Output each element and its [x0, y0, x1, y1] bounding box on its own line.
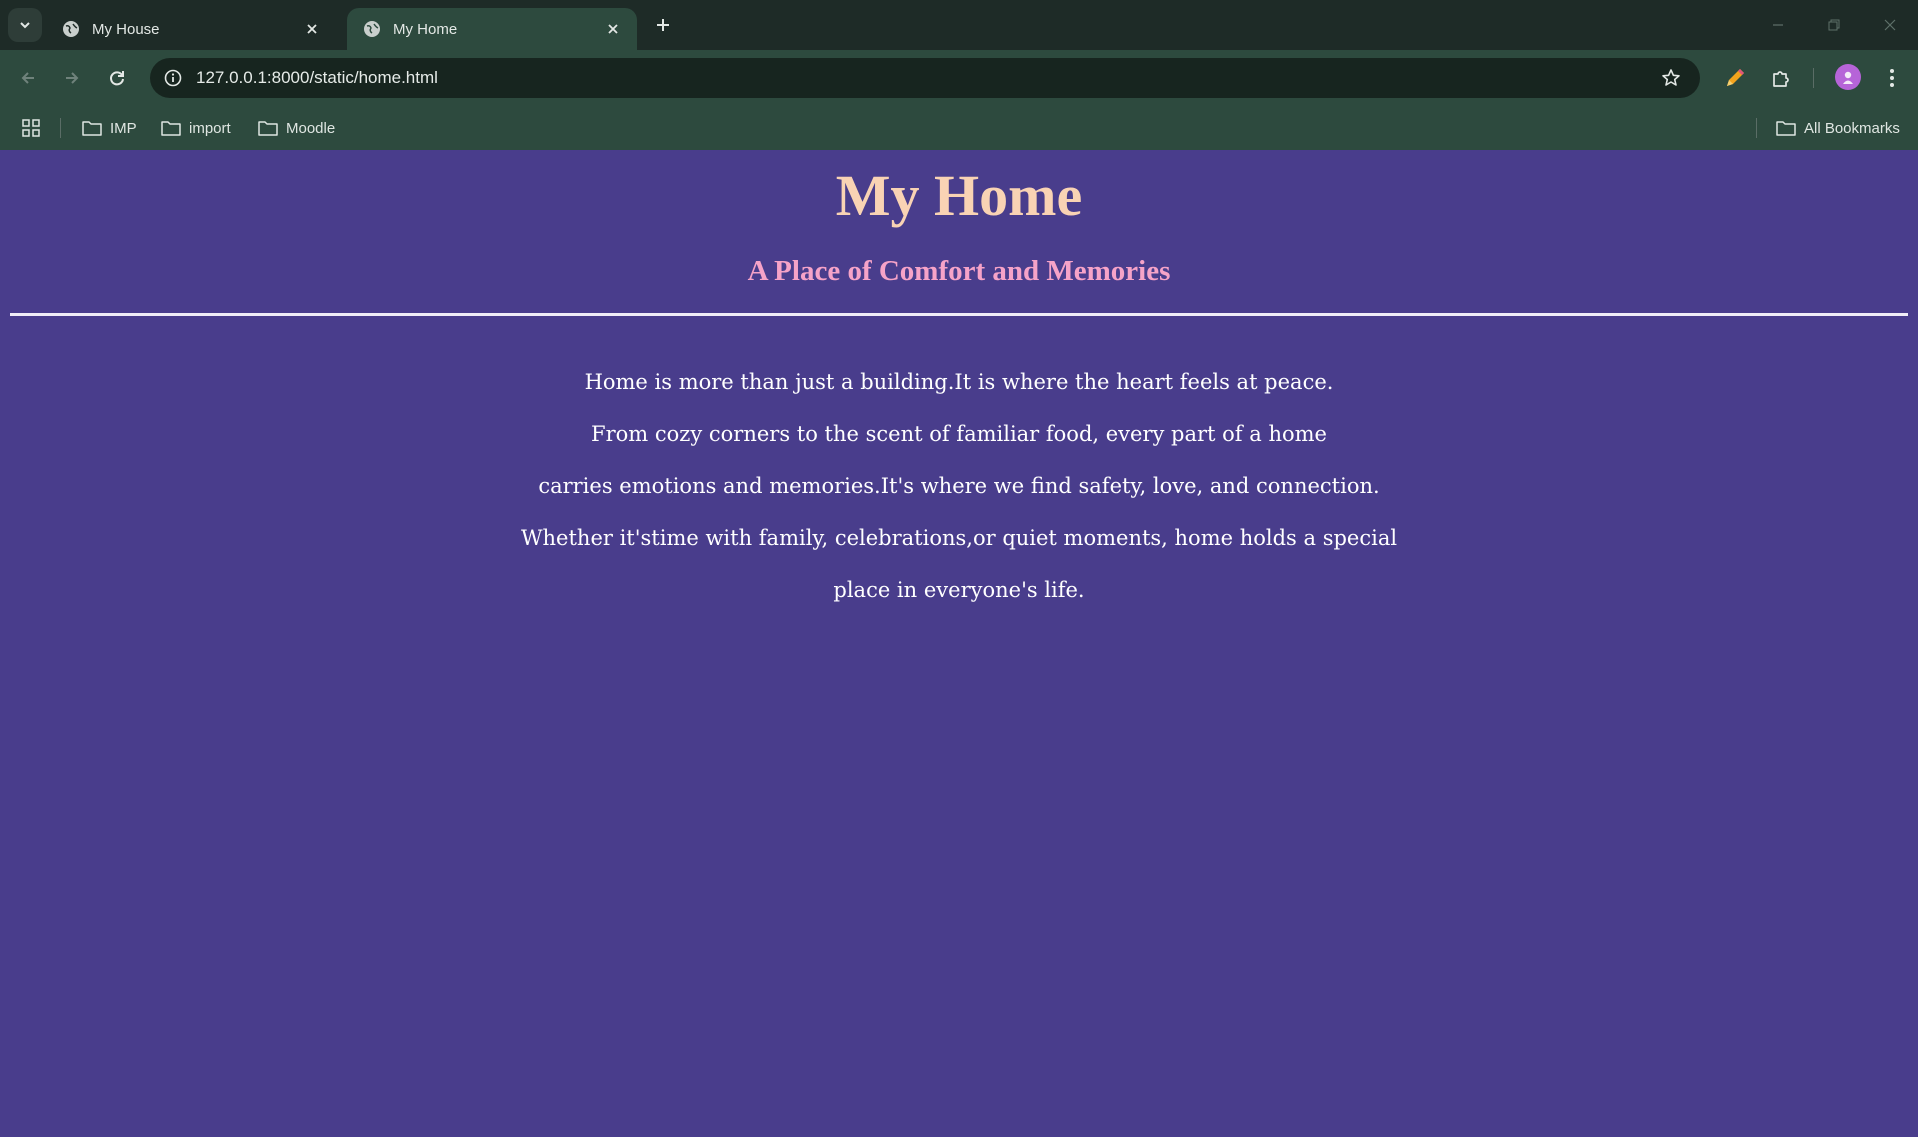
site-info-icon[interactable]: [160, 65, 186, 91]
toolbar-divider: [1813, 68, 1814, 88]
tab-my-home[interactable]: My Home: [347, 8, 637, 50]
bookmark-label: IMP: [110, 119, 137, 137]
window-controls: [1750, 0, 1918, 50]
star-icon[interactable]: [1656, 63, 1686, 93]
paragraph-line: carries emotions and memories.It's where…: [538, 474, 1380, 498]
page-subtitle: A Place of Comfort and Memories: [747, 255, 1171, 287]
paragraph-line: Home is more than just a building.It is …: [584, 370, 1334, 394]
url-text[interactable]: 127.0.0.1:8000/static/home.html: [196, 68, 1656, 88]
close-icon[interactable]: [300, 17, 324, 41]
puzzle-icon[interactable]: [1765, 62, 1797, 94]
tab-title: My House: [92, 20, 160, 38]
new-tab-button[interactable]: [650, 12, 676, 38]
folder-icon: [82, 121, 102, 136]
tab-search-button[interactable]: [8, 8, 42, 42]
apps-grid-icon[interactable]: [22, 116, 48, 140]
bookmark-folder-import[interactable]: import: [161, 116, 231, 140]
minimize-button[interactable]: [1750, 0, 1806, 50]
paragraph-line: From cozy corners to the scent of famili…: [591, 422, 1327, 446]
window-close-icon: [1884, 19, 1896, 31]
toolbar: 127.0.0.1:8000/static/home.html: [0, 50, 1918, 106]
bookmarks-divider: [1756, 118, 1757, 138]
bookmark-folder-imp[interactable]: IMP: [82, 116, 137, 140]
chevron-down-icon: [20, 22, 30, 29]
kebab-menu-icon[interactable]: [1876, 62, 1908, 94]
restore-icon: [1828, 19, 1840, 31]
pencil-extension-icon[interactable]: [1719, 62, 1751, 94]
globe-icon: [364, 21, 380, 37]
restore-button[interactable]: [1806, 0, 1862, 50]
all-bookmarks-label: All Bookmarks: [1804, 119, 1900, 137]
page-title: My Home: [835, 163, 1083, 228]
reload-button[interactable]: [101, 62, 133, 94]
folder-icon: [258, 121, 278, 136]
minimize-icon: [1773, 24, 1783, 26]
bookmarks-bar: IMP import Moodle All Bookmarks: [0, 106, 1918, 150]
tab-my-house[interactable]: My House: [46, 8, 336, 50]
close-window-button[interactable]: [1862, 0, 1918, 50]
forward-button[interactable]: [56, 62, 88, 94]
folder-icon: [1776, 121, 1796, 136]
back-button[interactable]: [12, 62, 44, 94]
tab-strip: My House My Home: [0, 0, 1918, 50]
address-bar[interactable]: 127.0.0.1:8000/static/home.html: [150, 58, 1700, 98]
bookmark-label: import: [189, 119, 231, 137]
close-icon[interactable]: [601, 17, 625, 41]
bookmark-folder-moodle[interactable]: Moodle: [258, 116, 335, 140]
back-icon: [21, 72, 34, 84]
page-content: My Home A Place of Comfort and Memories …: [0, 150, 1918, 1137]
plus-icon: [657, 19, 669, 31]
bookmarks-divider: [60, 118, 61, 138]
bookmark-label: Moodle: [286, 119, 336, 137]
all-bookmarks-button[interactable]: All Bookmarks: [1776, 116, 1900, 140]
tab-title: My Home: [393, 20, 458, 38]
paragraph-line: Whether it'stime with family, celebratio…: [520, 526, 1398, 550]
divider: [10, 313, 1908, 316]
folder-icon: [161, 121, 181, 136]
home-paragraph: Home is more than just a building.It is …: [0, 356, 1918, 616]
reload-icon: [110, 71, 124, 86]
globe-icon: [63, 21, 79, 37]
forward-icon: [66, 72, 79, 84]
paragraph-line: place in everyone's life.: [833, 578, 1085, 602]
profile-avatar[interactable]: [1835, 64, 1861, 90]
